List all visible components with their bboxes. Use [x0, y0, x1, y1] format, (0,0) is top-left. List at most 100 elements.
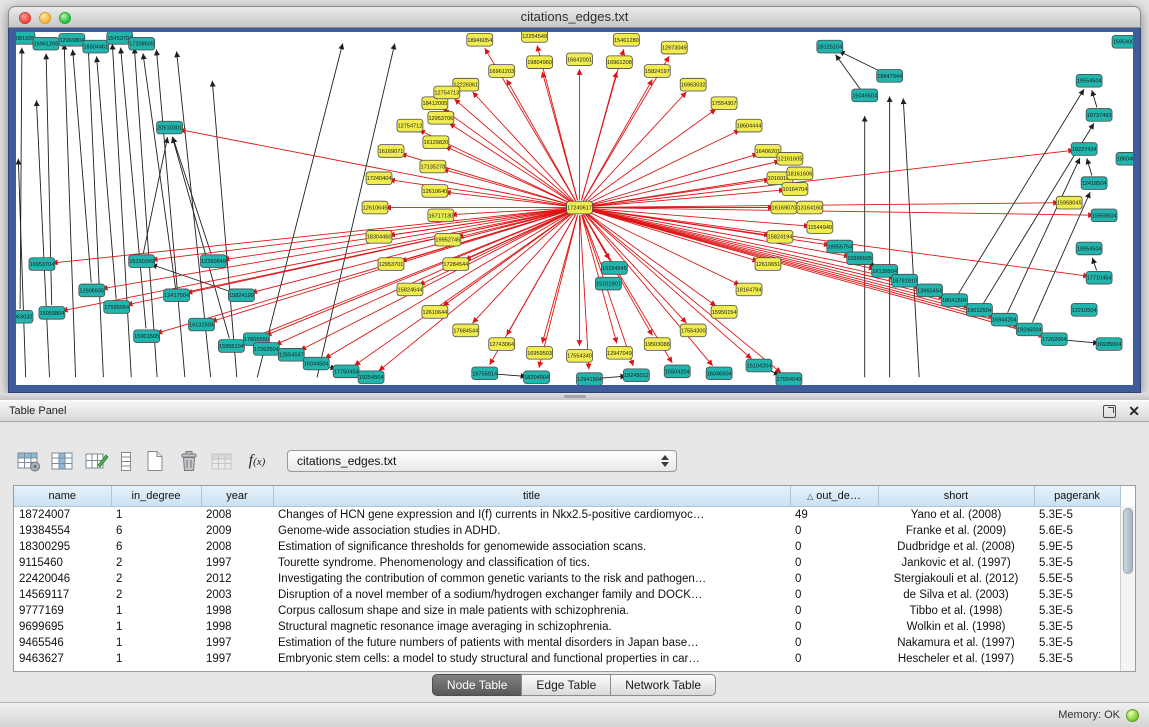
network-node[interactable]: 16953704: [29, 258, 55, 271]
table-row[interactable]: 911546021997Tourette syndrome. Phenomeno…: [14, 555, 1120, 571]
column-header-short[interactable]: short: [878, 486, 1034, 506]
cell-name[interactable]: 9699695: [14, 619, 111, 635]
network-node[interactable]: 16044504: [303, 357, 329, 370]
network-node[interactable]: 17284544: [443, 258, 469, 271]
network-node[interactable]: 16935004: [1096, 338, 1122, 351]
cell-year[interactable]: 2009: [201, 523, 273, 539]
table-row[interactable]: 1872400712008Changes of HCN gene express…: [14, 506, 1120, 523]
network-node[interactable]: 17262504: [253, 343, 279, 356]
cell-in_degree[interactable]: 1: [111, 619, 201, 635]
function-builder-button[interactable]: f(x): [240, 445, 274, 477]
network-node[interactable]: 15046504: [852, 89, 878, 102]
network-node[interactable]: 18604444: [736, 119, 762, 132]
cell-title[interactable]: Investigating the contribution of common…: [273, 571, 790, 587]
network-node[interactable]: 15150349: [129, 255, 155, 268]
cell-in_degree[interactable]: 1: [111, 506, 201, 523]
network-node[interactable]: 20081505: [16, 32, 35, 44]
cell-year[interactable]: 2003: [201, 587, 273, 603]
network-node[interactable]: 16961208: [606, 56, 632, 69]
network-node[interactable]: 19245004: [1016, 323, 1042, 336]
cell-name[interactable]: 9115460: [14, 555, 111, 571]
table-scrollbar[interactable]: [1120, 506, 1135, 671]
window-titlebar[interactable]: citations_edges.txt: [8, 6, 1141, 28]
cell-in_degree[interactable]: 6: [111, 523, 201, 539]
network-node[interactable]: 15461280: [613, 33, 639, 46]
cell-out_degree[interactable]: 49: [790, 506, 878, 523]
network-node[interactable]: 19737493: [1086, 109, 1112, 122]
network-node[interactable]: 18604004: [1116, 152, 1133, 165]
table-row[interactable]: 969969511998Structural magnetic resonanc…: [14, 619, 1120, 635]
network-node[interactable]: 15824197: [644, 65, 670, 78]
cell-name[interactable]: 18724007: [14, 506, 111, 523]
cell-out_degree[interactable]: 0: [790, 587, 878, 603]
cell-pagerank[interactable]: 5.3E-5: [1034, 506, 1120, 523]
cell-out_degree[interactable]: 0: [790, 651, 878, 667]
network-node[interactable]: 19245012: [623, 369, 649, 382]
network-node[interactable]: 18955754: [827, 240, 853, 253]
cell-short[interactable]: de Silva et al. (2003): [878, 587, 1034, 603]
cell-title[interactable]: Disruption of a novel member of a sodium…: [273, 587, 790, 603]
network-node[interactable]: 12947049: [606, 346, 632, 359]
cell-year[interactable]: 1998: [201, 619, 273, 635]
cell-title[interactable]: Estimation of the future numbers of pati…: [273, 635, 790, 651]
network-node[interactable]: 18125104: [817, 40, 843, 53]
cell-pagerank[interactable]: 5.3E-5: [1034, 603, 1120, 619]
close-window-button[interactable]: [19, 12, 31, 24]
cell-out_degree[interactable]: 0: [790, 571, 878, 587]
network-node[interactable]: 17684544: [453, 324, 479, 337]
network-node[interactable]: 12743064: [489, 338, 515, 351]
network-node[interactable]: 12260649: [201, 255, 227, 268]
cell-pagerank[interactable]: 5.6E-5: [1034, 523, 1120, 539]
zoom-window-button[interactable]: [59, 12, 71, 24]
close-panel-icon[interactable]: ✕: [1128, 405, 1140, 418]
cell-short[interactable]: Tibbo et al. (1998): [878, 603, 1034, 619]
network-node[interactable]: 16755014: [472, 367, 498, 380]
cell-year[interactable]: 1997: [201, 635, 273, 651]
cell-title[interactable]: Changes of HCN gene expression and I(f) …: [273, 506, 790, 523]
cell-title[interactable]: Structural magnetic resonance image aver…: [273, 619, 790, 635]
network-node[interactable]: 15954004: [1112, 35, 1133, 48]
network-node[interactable]: 16961205: [33, 37, 59, 50]
network-node[interactable]: 15958504: [1091, 209, 1117, 222]
cell-out_degree[interactable]: 0: [790, 603, 878, 619]
network-node[interactable]: 19804960: [527, 56, 553, 69]
import-table-button[interactable]: [206, 445, 240, 477]
cell-out_degree[interactable]: 0: [790, 523, 878, 539]
cell-pagerank[interactable]: 5.3E-5: [1034, 635, 1120, 651]
network-node[interactable]: 12754713: [434, 86, 460, 99]
delete-button[interactable]: [172, 445, 206, 477]
network-node[interactable]: 16961203: [489, 65, 515, 78]
network-node[interactable]: 12417504: [164, 289, 190, 302]
cell-name[interactable]: 9777169: [14, 603, 111, 619]
network-node[interactable]: 17208505: [129, 37, 155, 50]
table-row[interactable]: 1456911722003Disruption of a novel membe…: [14, 587, 1120, 603]
network-node[interactable]: 18304460: [366, 230, 392, 243]
row-list-button[interactable]: [114, 445, 138, 477]
cell-pagerank[interactable]: 5.3E-5: [1034, 651, 1120, 667]
cell-short[interactable]: Nakamura et al. (1997): [878, 635, 1034, 651]
network-node[interactable]: 12610644: [422, 306, 448, 319]
cell-pagerank[interactable]: 5.3E-5: [1034, 555, 1120, 571]
table-row[interactable]: 1938455462009Genome-wide association stu…: [14, 523, 1120, 539]
network-node[interactable]: 19503088: [644, 338, 670, 351]
network-view[interactable]: 1724061716169070158241941261065118164794…: [16, 32, 1133, 385]
network-node[interactable]: 15504204: [664, 365, 690, 378]
network-node[interactable]: 12210504: [1071, 304, 1097, 317]
network-node[interactable]: 19612504: [966, 304, 992, 317]
network-node[interactable]: 16169071: [378, 145, 404, 158]
table-row[interactable]: 2242004622012Investigating the contribut…: [14, 571, 1120, 587]
network-node[interactable]: 16959503: [527, 346, 553, 359]
network-node[interactable]: 16944204: [991, 313, 1017, 326]
network-node[interactable]: 15154545: [601, 262, 627, 275]
cell-title[interactable]: Estimation of significance thresholds fo…: [273, 539, 790, 555]
cell-short[interactable]: Jankovic et al. (1997): [878, 555, 1034, 571]
network-node[interactable]: 13950454: [917, 284, 943, 297]
cell-title[interactable]: Embryonic stem cells: a model to study s…: [273, 651, 790, 667]
cell-year[interactable]: 2008: [201, 539, 273, 555]
edit-table-button[interactable]: [80, 445, 114, 477]
cell-title[interactable]: Tourette syndrome. Phenomenology and cla…: [273, 555, 790, 571]
table-row[interactable]: 946362711997Embryonic stem cells: a mode…: [14, 651, 1120, 667]
cell-short[interactable]: Franke et al. (2009): [878, 523, 1034, 539]
network-node[interactable]: 16791910: [892, 274, 918, 287]
network-node[interactable]: 16963032: [680, 78, 706, 91]
